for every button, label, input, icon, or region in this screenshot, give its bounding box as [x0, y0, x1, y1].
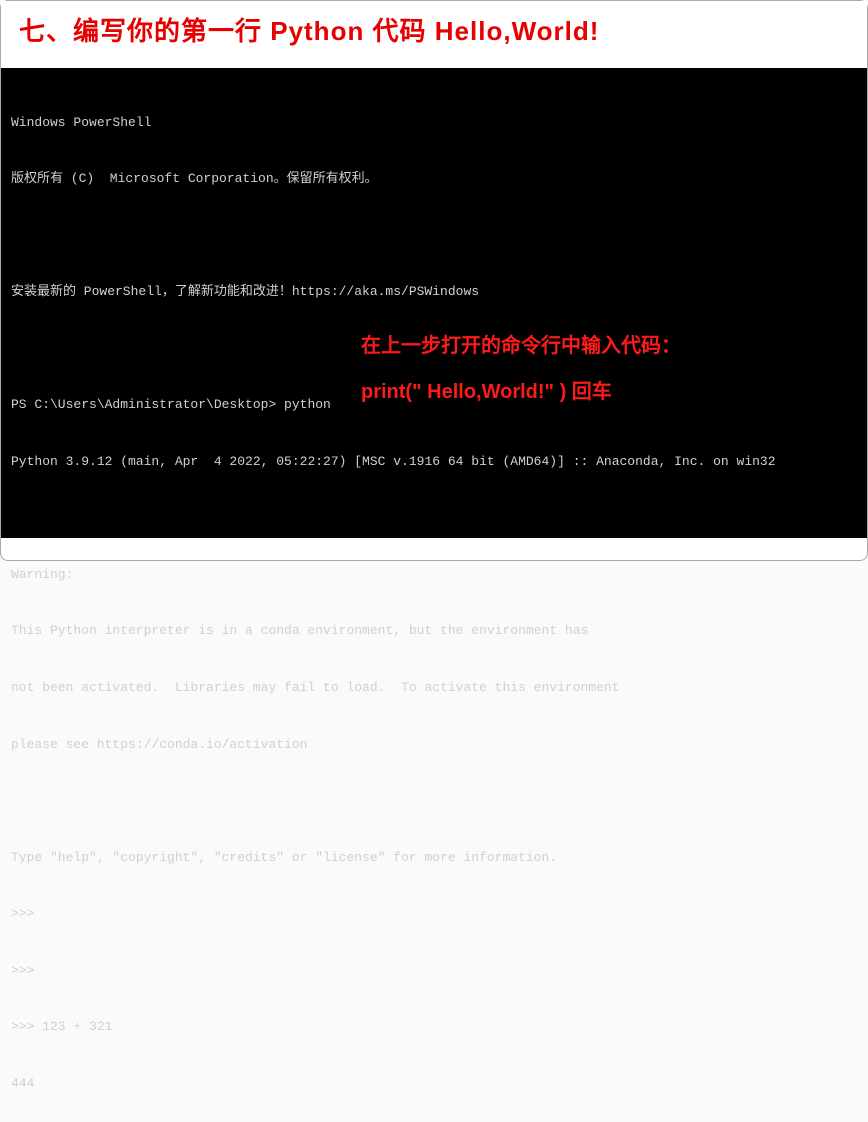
- section-heading: 七、编写你的第一行 Python 代码 Hello,World!: [19, 11, 849, 48]
- term-line-title: Windows PowerShell: [11, 114, 857, 133]
- term-line-install: 安装最新的 PowerShell，了解新功能和改进！https://aka.ms…: [11, 283, 857, 302]
- term-line-warning: please see https://conda.io/activation: [11, 736, 857, 755]
- term-line-blank: [11, 227, 857, 246]
- term-line-warning: not been activated. Libraries may fail t…: [11, 679, 857, 698]
- term-repl-expr: >>> 123 + 321: [11, 1018, 857, 1037]
- term-repl-result: 444: [11, 1075, 857, 1094]
- term-line-blank: [11, 792, 857, 811]
- term-line-warning: Warning:: [11, 566, 857, 585]
- term-line-copyright: 版权所有 (C) Microsoft Corporation。保留所有权利。: [11, 170, 857, 189]
- term-repl-prompt: >>>: [11, 905, 857, 924]
- term-line-help: Type "help", "copyright", "credits" or "…: [11, 849, 857, 868]
- term-repl-prompt: >>>: [11, 962, 857, 981]
- term-line-blank: [11, 509, 857, 528]
- annotation-instruction: 在上一步打开的命令行中输入代码：: [361, 332, 681, 361]
- document-frame: 七、编写你的第一行 Python 代码 Hello,World! Windows…: [0, 0, 868, 561]
- annotation-code: print(" Hello,World!" ) 回车: [361, 378, 612, 407]
- term-line-warning: This Python interpreter is in a conda en…: [11, 622, 857, 641]
- heading-bar: 七、编写你的第一行 Python 代码 Hello,World!: [1, 1, 867, 68]
- term-line-version: Python 3.9.12 (main, Apr 4 2022, 05:22:2…: [11, 453, 857, 472]
- terminal-window[interactable]: Windows PowerShell 版权所有 (C) Microsoft Co…: [1, 68, 867, 538]
